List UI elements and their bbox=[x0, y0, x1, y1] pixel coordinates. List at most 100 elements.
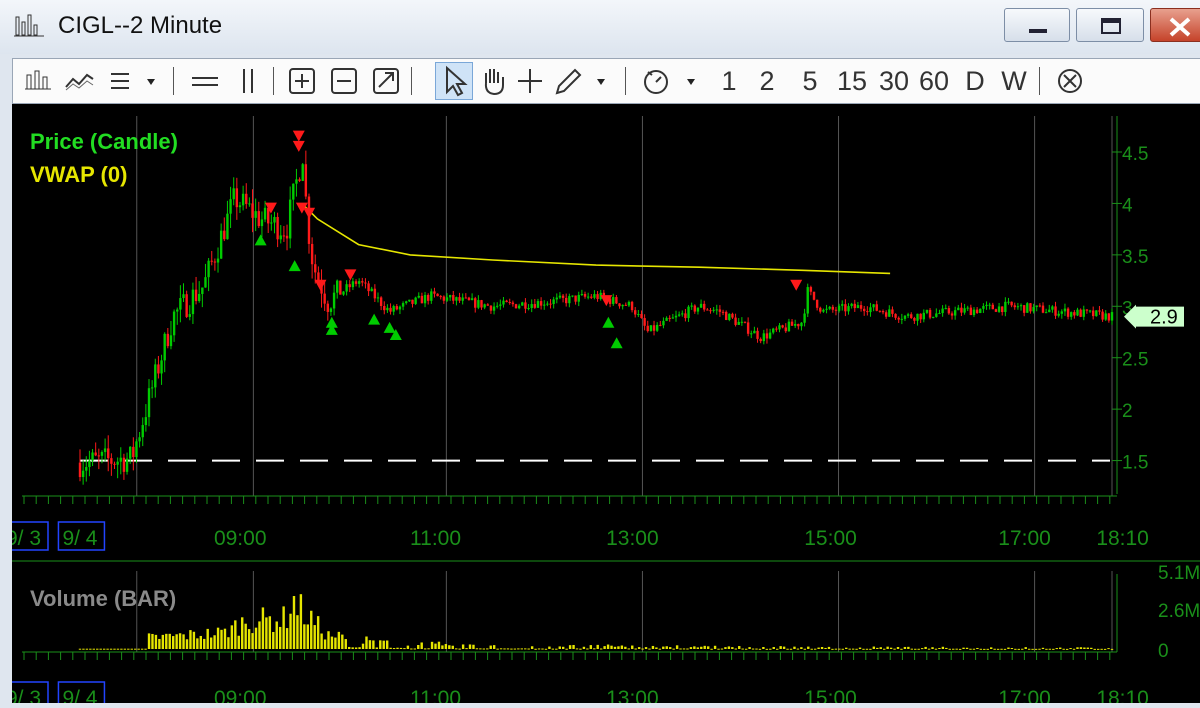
candle-body bbox=[219, 230, 223, 259]
candle-body bbox=[1022, 305, 1026, 313]
zoom-in-icon[interactable] bbox=[285, 59, 319, 103]
zoom-fit-icon[interactable] bbox=[369, 59, 403, 103]
close-button[interactable] bbox=[1150, 8, 1200, 42]
candle-style-icon[interactable] bbox=[23, 59, 53, 103]
candle-body bbox=[1098, 310, 1101, 312]
candle-body bbox=[282, 235, 286, 237]
clock-interval-icon[interactable] bbox=[639, 59, 707, 103]
candle-body bbox=[841, 304, 844, 306]
zoom-out-icon[interactable] bbox=[327, 59, 361, 103]
candle-body bbox=[326, 303, 330, 312]
candle-body bbox=[869, 307, 872, 313]
candle-body bbox=[94, 452, 97, 456]
candle-body bbox=[389, 307, 392, 312]
volume-bar bbox=[1110, 648, 1114, 650]
volume-bar bbox=[537, 648, 541, 650]
interval-day[interactable]: D bbox=[961, 59, 989, 103]
volume-bar bbox=[1003, 648, 1007, 650]
chart-svg[interactable]: 1.522.533.544.502.6M5.1M9/ 39/ 39/ 49/ 4… bbox=[1, 104, 1200, 708]
buy-signal-marker bbox=[288, 260, 301, 272]
chart-area[interactable]: 1.522.533.544.502.6M5.1M9/ 39/ 39/ 49/ 4… bbox=[1, 104, 1200, 708]
volume-bar bbox=[165, 633, 168, 649]
candle-body bbox=[279, 235, 282, 240]
candle-body bbox=[395, 306, 399, 310]
volume-bar bbox=[758, 648, 762, 650]
volume-bar bbox=[444, 644, 448, 649]
volume-bar bbox=[972, 648, 976, 650]
candle-body bbox=[502, 300, 505, 305]
candle-body bbox=[1029, 303, 1032, 312]
interval-week[interactable]: W bbox=[999, 59, 1029, 103]
volume-bar bbox=[1038, 648, 1041, 650]
indicator-menu-icon[interactable] bbox=[107, 59, 163, 103]
sell-signal-marker bbox=[790, 279, 803, 291]
interval-15[interactable]: 15 bbox=[835, 59, 869, 103]
candle-body bbox=[850, 303, 853, 307]
candle-body bbox=[1079, 309, 1082, 317]
volume-bar bbox=[1031, 648, 1034, 650]
candle-body bbox=[1070, 312, 1073, 317]
line-style-icon[interactable] bbox=[63, 59, 95, 103]
candle-body bbox=[141, 425, 144, 438]
volume-bar bbox=[227, 637, 230, 649]
volume-bar bbox=[986, 648, 989, 650]
volume-bar bbox=[344, 639, 347, 649]
candle-body bbox=[765, 333, 769, 339]
volume-bar bbox=[327, 631, 330, 649]
interval-30[interactable]: 30 bbox=[877, 59, 911, 103]
draw-pencil-icon[interactable] bbox=[549, 59, 617, 103]
volume-bar bbox=[996, 648, 1000, 650]
candle-body bbox=[891, 309, 894, 314]
volume-bar bbox=[85, 648, 89, 650]
volume-bar bbox=[724, 647, 727, 649]
interval-1[interactable]: 1 bbox=[716, 59, 742, 103]
volume-bar bbox=[834, 648, 838, 650]
candle-body bbox=[750, 333, 753, 335]
volume-bar bbox=[151, 633, 154, 649]
candle-body bbox=[295, 179, 298, 184]
candle-body bbox=[216, 258, 220, 263]
vertical-line-icon[interactable] bbox=[233, 59, 263, 103]
candle-body bbox=[696, 307, 700, 312]
volume-bar bbox=[451, 645, 454, 649]
volume-bar bbox=[903, 646, 907, 649]
candle-body bbox=[577, 294, 580, 302]
candle-body bbox=[596, 294, 599, 299]
volume-bar bbox=[700, 646, 703, 649]
horizontal-line-icon[interactable] bbox=[188, 59, 222, 103]
volume-bar bbox=[610, 645, 613, 649]
volume-bar bbox=[603, 646, 606, 649]
candle-body bbox=[154, 364, 157, 388]
volume-bar bbox=[631, 645, 634, 649]
volume-bar bbox=[755, 648, 758, 650]
close-chart-icon[interactable] bbox=[1053, 59, 1087, 103]
hand-pan-icon[interactable] bbox=[477, 59, 511, 103]
volume-bar bbox=[703, 645, 706, 649]
maximize-button[interactable] bbox=[1076, 8, 1144, 42]
interval-2[interactable]: 2 bbox=[754, 59, 780, 103]
volume-bar bbox=[354, 647, 358, 649]
volume-bar bbox=[517, 648, 520, 650]
crosshair-icon[interactable] bbox=[513, 59, 547, 103]
volume-bar bbox=[710, 648, 713, 650]
candle-body bbox=[1001, 306, 1004, 313]
candle-body bbox=[646, 325, 649, 332]
volume-bar bbox=[410, 648, 413, 650]
minimize-button[interactable] bbox=[1004, 8, 1070, 42]
candle-body bbox=[1066, 308, 1070, 317]
candle-body bbox=[536, 301, 540, 308]
volume-bar bbox=[1027, 648, 1031, 650]
candle-body bbox=[213, 261, 217, 263]
volume-bar bbox=[620, 645, 624, 649]
volume-bar bbox=[472, 644, 475, 649]
volume-bar bbox=[261, 607, 265, 649]
candle-body bbox=[392, 306, 395, 312]
volume-bar bbox=[589, 645, 593, 649]
volume-bar bbox=[220, 629, 223, 649]
candle-body bbox=[423, 294, 427, 304]
pointer-icon[interactable] bbox=[437, 59, 471, 103]
volume-bar bbox=[120, 648, 123, 650]
interval-5[interactable]: 5 bbox=[797, 59, 823, 103]
candle-body bbox=[304, 164, 308, 197]
interval-60[interactable]: 60 bbox=[917, 59, 951, 103]
